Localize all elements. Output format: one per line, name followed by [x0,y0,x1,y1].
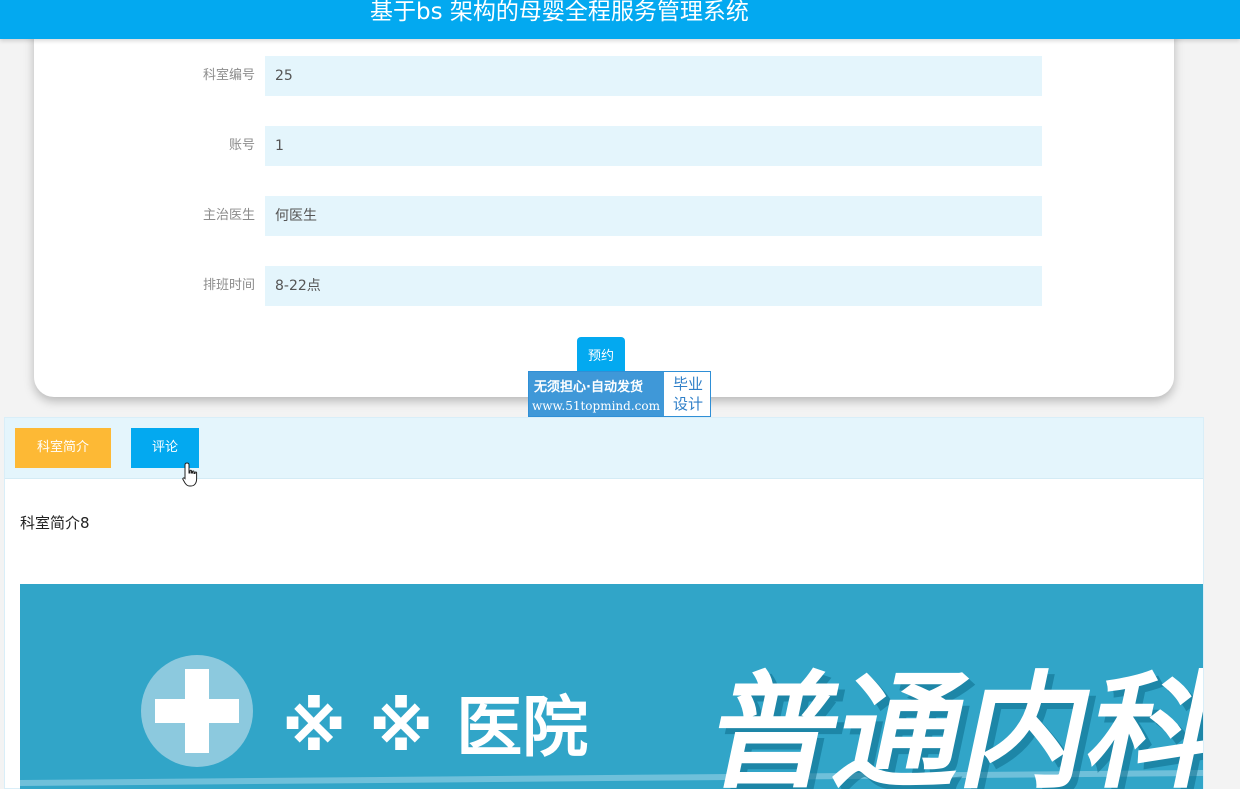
watermark-right-line2: 设计 [672,395,703,413]
form-row-attending-doctor: 主治医生 何医生 [34,196,1174,236]
banner-graphic: ※ ※ 医院 普通内科 普通内科 [20,584,1203,789]
watermark-slogan: 无须担心·自动发货 [534,380,643,395]
banner-hospital-name: ※ ※ 医院 [282,689,588,766]
department-id-field[interactable]: 25 [265,56,1042,96]
schedule-time-field[interactable]: 8-22点 [265,266,1042,306]
department-detail-card: 科室编号 25 账号 1 主治医生 何医生 排班时间 8-22点 预约 [34,20,1174,397]
watermark-badge: 无须担心·自动发货 www.51topmind.com 毕业 设计 [528,371,711,417]
account-label: 账号 [228,138,255,153]
watermark-url: www.51topmind.com [532,399,660,413]
department-intro-text: 科室简介8 [20,514,90,532]
page-title: 基于bs 架构的母婴全程服务管理系统 [370,0,749,25]
banner-department-name: 普通内科 [697,660,1203,789]
tab-department-intro[interactable]: 科室简介 [15,428,111,468]
medical-cross-icon [141,655,253,767]
department-id-label: 科室编号 [202,68,255,83]
attending-doctor-label: 主治医生 [202,208,255,223]
hand-pointer-cursor-icon [182,462,198,487]
watermark-right-block: 毕业 设计 [667,374,709,414]
top-header-bar: 基于bs 架构的母婴全程服务管理系统 [0,0,1240,39]
schedule-time-label: 排班时间 [202,278,255,293]
form-row-department-id: 科室编号 25 [34,56,1174,96]
attending-doctor-field[interactable]: 何医生 [265,196,1042,236]
watermark-left-block: 无须担心·自动发货 www.51topmind.com [529,372,664,416]
watermark-right-line1: 毕业 [672,375,703,393]
department-banner-image: ※ ※ 医院 普通内科 普通内科 [20,584,1203,789]
account-field[interactable]: 1 [265,126,1042,166]
form-row-schedule-time: 排班时间 8-22点 [34,266,1174,306]
form-row-account: 账号 1 [34,126,1174,166]
